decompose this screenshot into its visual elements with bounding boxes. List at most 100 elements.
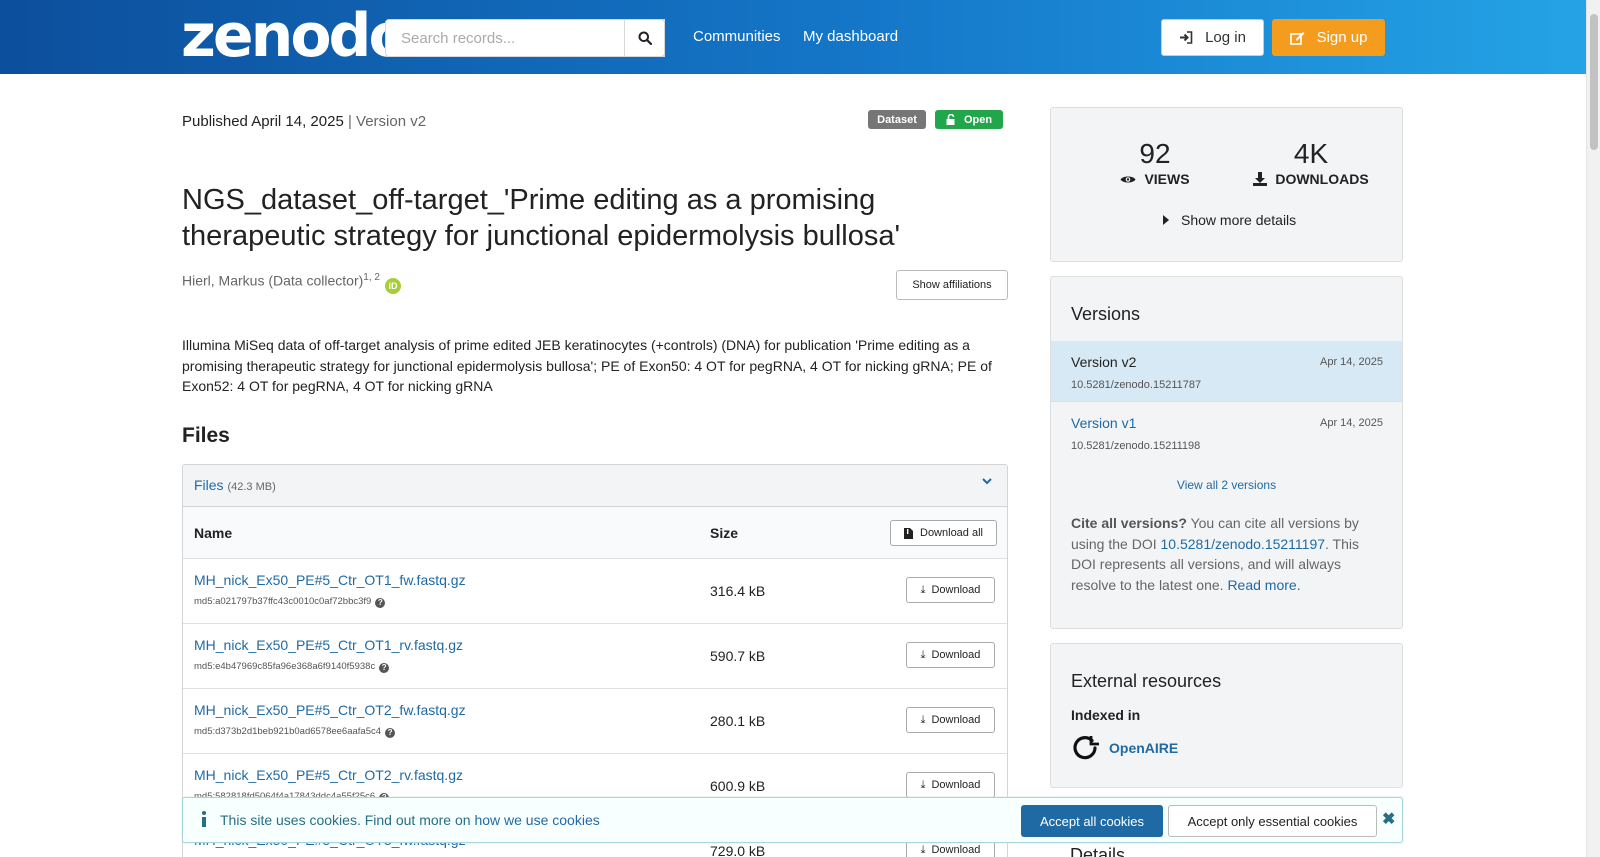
creator-affiliation-refs: 1, 2: [363, 272, 380, 283]
accept-all-cookies-button[interactable]: Accept all cookies: [1021, 805, 1163, 837]
accept-essential-cookies-button[interactable]: Accept only essential cookies: [1168, 805, 1377, 837]
external-resources-heading: External resources: [1071, 671, 1222, 691]
file-checksum: md5:d373b2d1beb921b0ad6578ee6aafa5c4?: [194, 726, 396, 738]
search-input[interactable]: [385, 19, 665, 57]
files-panel-header[interactable]: Files (42.3 MB): [183, 465, 1007, 507]
info-icon: [202, 811, 206, 827]
file-size: 316.4 kB: [710, 583, 766, 599]
download-label: Download: [931, 779, 981, 791]
record-title: NGS_dataset_off-target_'Prime editing as…: [182, 184, 901, 252]
signup-label: Sign up: [1316, 29, 1368, 46]
versions-card: Versions Version v2 Apr 14, 2025 10.5281…: [1050, 276, 1403, 629]
external-resources-card: External resources Indexed in OpenAIRE: [1050, 643, 1403, 788]
cookie-banner: This site uses cookies. Find out more on…: [182, 797, 1403, 843]
unlock-icon: [946, 114, 955, 125]
download-button[interactable]: ⤓ Download: [906, 707, 995, 733]
file-size: 729.0 kB: [710, 843, 766, 857]
search-icon: [638, 31, 652, 45]
file-name-link[interactable]: MH_nick_Ex50_PE#5_Ctr_OT1_fw.fastq.gz: [194, 572, 466, 588]
help-icon[interactable]: ?: [385, 728, 396, 738]
views-label: VIEWS: [1144, 171, 1190, 187]
version-separator: |: [343, 113, 357, 130]
concept-doi-link[interactable]: 10.5281/zenodo.15211197: [1161, 536, 1326, 552]
version-doi: 10.5281/zenodo.15211198: [1071, 440, 1201, 452]
download-button[interactable]: ⤓ Download: [906, 772, 995, 798]
published-date: Published April 14, 2025: [182, 113, 344, 130]
file-name-link[interactable]: MH_nick_Ex50_PE#5_Ctr_OT1_rv.fastq.gz: [194, 637, 463, 653]
views-count: 92: [1139, 138, 1171, 169]
read-more-link[interactable]: Read more.: [1227, 577, 1300, 593]
download-label: Download: [931, 844, 981, 856]
show-more-details-label: Show more details: [1181, 212, 1297, 228]
download-icon: ⤓: [920, 713, 926, 726]
scrollbar-thumb[interactable]: [1590, 14, 1598, 150]
file-row: MH_nick_Ex50_PE#5_Ctr_OT2_fw.fastq.gz md…: [183, 689, 1007, 754]
cookie-policy-link[interactable]: how we use cookies: [474, 812, 599, 828]
search-button[interactable]: [624, 19, 665, 57]
download-button[interactable]: ⤓ Download: [906, 642, 995, 668]
version-date: Apr 14, 2025: [1320, 417, 1383, 429]
caret-right-icon: [1163, 215, 1169, 225]
file-checksum: md5:e4b47969c85fa96e368a6f9140f5938c?: [194, 661, 390, 673]
details-heading: Details: [1070, 845, 1126, 857]
login-button[interactable]: Log in: [1161, 19, 1264, 56]
page-scrollbar[interactable]: [1586, 0, 1600, 857]
cite-all-versions-text: Cite all versions? You can cite all vers…: [1071, 513, 1381, 595]
view-all-versions-link[interactable]: View all 2 versions: [1051, 478, 1402, 492]
resource-type-badge: Dataset: [868, 110, 926, 129]
cite-all-versions-bold: Cite all versions?: [1071, 515, 1187, 531]
file-name-link[interactable]: MH_nick_Ex50_PE#5_Ctr_OT2_fw.fastq.gz: [194, 702, 466, 718]
file-size: 280.1 kB: [710, 713, 766, 729]
record-description: Illumina MiSeq data of off-target analys…: [182, 337, 992, 394]
access-badge-label: Open: [963, 113, 993, 126]
file-checksum-value: md5:d373b2d1beb921b0ad6578ee6aafa5c4: [194, 726, 382, 737]
cookie-message: This site uses cookies. Find out more on: [220, 812, 475, 828]
stats-card: 92 VIEWS 4K DOWNLOADS Show more details: [1050, 107, 1403, 262]
edit-icon: [1289, 31, 1305, 45]
close-icon[interactable]: ✖: [1382, 809, 1395, 829]
file-row: MH_nick_Ex50_PE#5_Ctr_OT1_rv.fastq.gz md…: [183, 624, 1007, 689]
chevron-down-icon[interactable]: [981, 475, 993, 487]
file-checksum-value: md5:a021797b37ffc43c0010c0af72bbc3f9: [194, 596, 372, 607]
top-navbar: zenodo Communities My dashboard Log in S…: [0, 0, 1586, 74]
file-size: 590.7 kB: [710, 648, 766, 664]
download-icon: [1253, 172, 1268, 186]
download-icon: ⤓: [920, 648, 926, 661]
openaire-link[interactable]: OpenAIRE: [1071, 734, 1178, 762]
views-stat: 92 VIEWS: [1115, 138, 1195, 187]
signup-button[interactable]: Sign up: [1272, 19, 1385, 56]
files-heading: Files: [182, 424, 230, 447]
download-all-button[interactable]: Download all: [890, 520, 997, 546]
version-item-v2[interactable]: Version v2 Apr 14, 2025 10.5281/zenodo.1…: [1051, 341, 1402, 401]
orcid-icon[interactable]: iD: [384, 277, 401, 294]
version-date: Apr 14, 2025: [1320, 356, 1383, 368]
show-affiliations-button[interactable]: Show affiliations: [896, 270, 1008, 300]
indexed-in-label: Indexed in: [1071, 707, 1141, 723]
file-checksum-value: md5:e4b47969c85fa96e368a6f9140f5938c: [194, 661, 376, 672]
version-name-link[interactable]: Version v1: [1071, 415, 1136, 431]
file-size: 600.9 kB: [710, 778, 766, 794]
creator-name[interactable]: Hierl, Markus (Data collector): [182, 273, 363, 289]
column-name-header: Name: [194, 525, 233, 541]
zenodo-logo[interactable]: zenodo: [181, 6, 410, 66]
download-icon: ⤓: [920, 778, 926, 791]
file-name-link[interactable]: MH_nick_Ex50_PE#5_Ctr_OT2_rv.fastq.gz: [194, 767, 463, 783]
sign-in-icon: [1180, 31, 1193, 44]
publication-info: Published April 14, 2025 | Version v2: [182, 113, 426, 130]
column-size-header: Size: [710, 525, 739, 541]
downloads-label: DOWNLOADS: [1275, 171, 1369, 187]
download-all-label: Download all: [920, 527, 983, 539]
version-name: Version v2: [1071, 354, 1137, 370]
file-row: MH_nick_Ex50_PE#5_Ctr_OT1_fw.fastq.gz md…: [183, 559, 1007, 624]
nav-communities[interactable]: Communities: [693, 28, 781, 45]
files-total-size: (42.3 MB): [227, 481, 276, 493]
version-item-v1[interactable]: Version v1 Apr 14, 2025 10.5281/zenodo.1…: [1051, 401, 1402, 461]
version-doi: 10.5281/zenodo.15211787: [1071, 379, 1202, 391]
nav-my-dashboard[interactable]: My dashboard: [803, 28, 898, 45]
download-button[interactable]: ⤓ Download: [906, 577, 995, 603]
help-icon[interactable]: ?: [375, 598, 386, 608]
versions-heading: Versions: [1071, 304, 1141, 324]
show-more-details-toggle[interactable]: Show more details: [1163, 212, 1296, 228]
help-icon[interactable]: ?: [379, 663, 390, 673]
creator-line: Hierl, Markus (Data collector)1, 2 iD: [182, 272, 401, 294]
